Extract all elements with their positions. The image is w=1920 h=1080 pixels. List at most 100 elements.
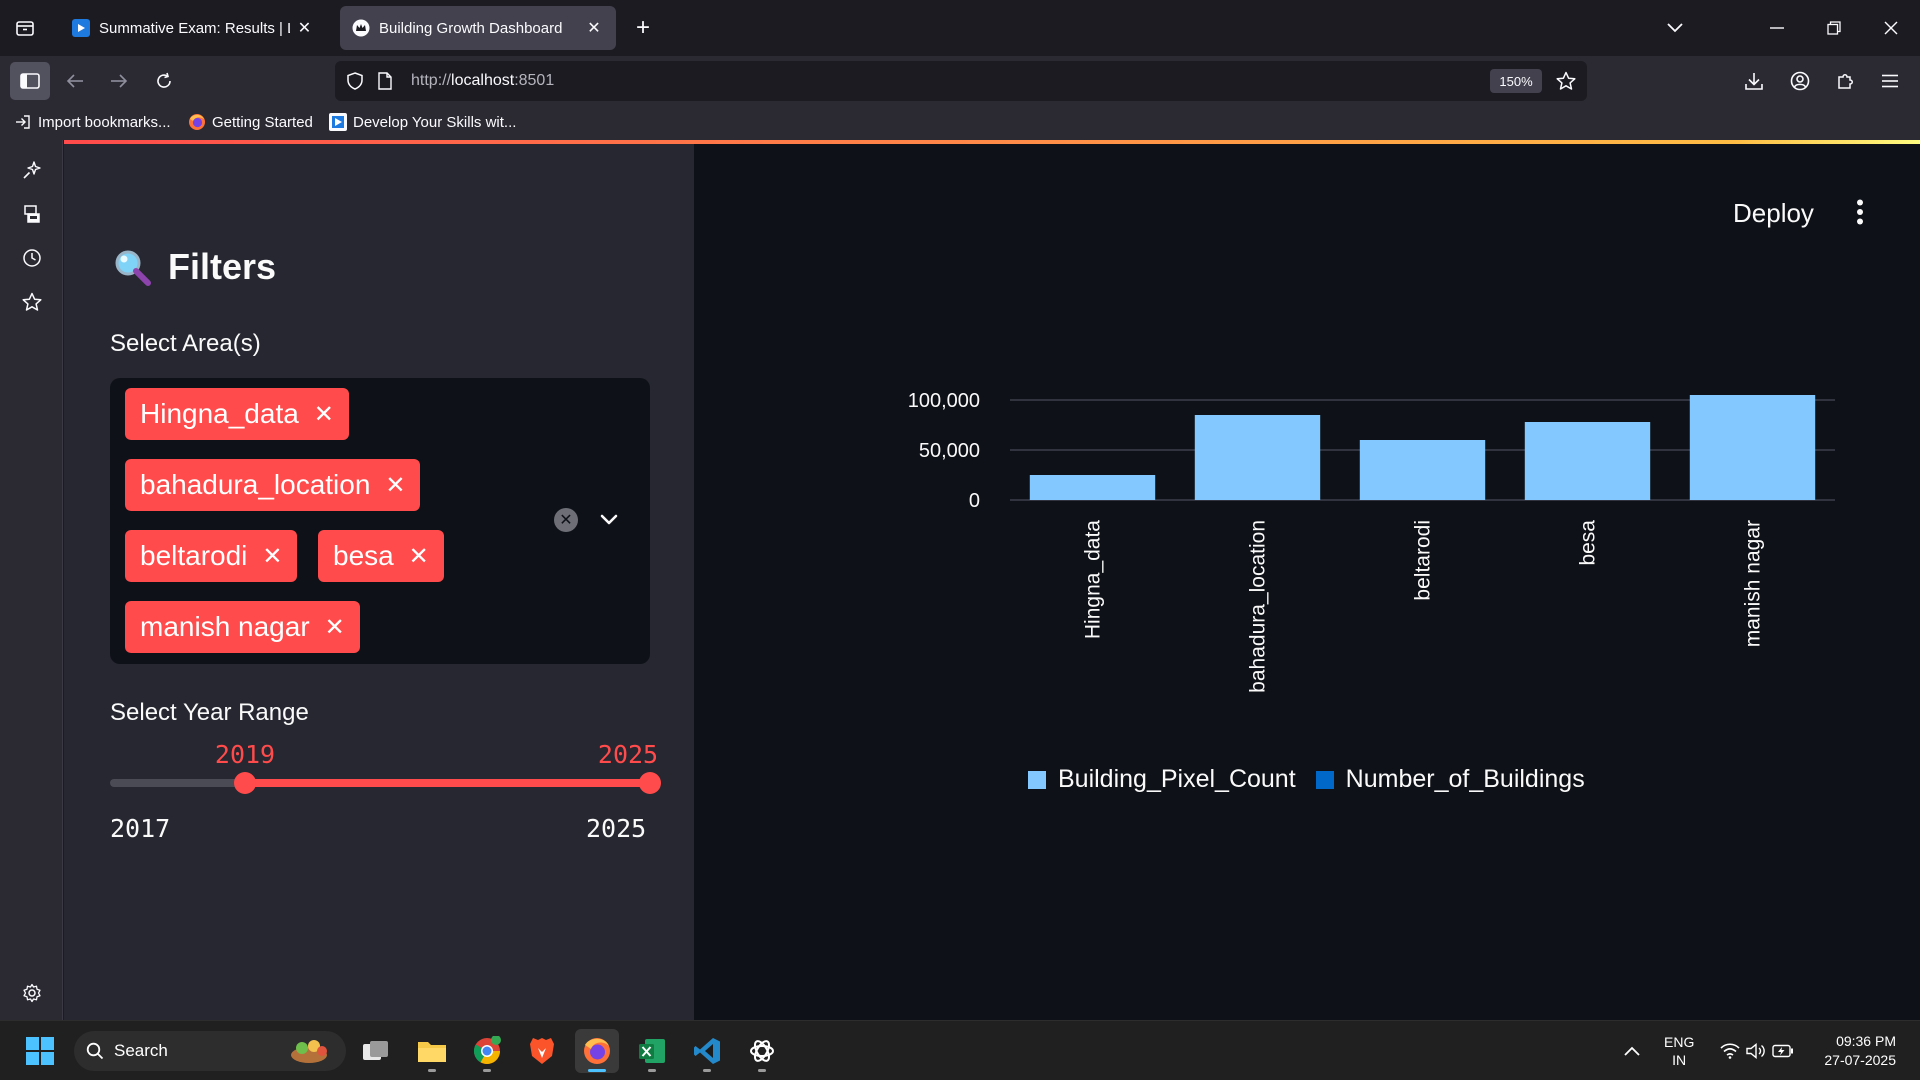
search-highlight-doodle-icon bbox=[282, 1037, 336, 1070]
forward-arrow-icon[interactable] bbox=[107, 69, 131, 93]
page-info-icon[interactable] bbox=[375, 71, 395, 91]
excel-icon[interactable] bbox=[630, 1029, 674, 1073]
windows-start-icon[interactable] bbox=[18, 1029, 62, 1073]
clear-all-icon[interactable]: ✕ bbox=[554, 508, 578, 532]
x-tick-label: manish nagar bbox=[1742, 520, 1765, 647]
streamlit-app: Filters Select Area(s) Hingna_data ✕ baha… bbox=[64, 140, 1920, 1020]
url-text[interactable]: http://localhost:8501 bbox=[411, 72, 554, 90]
bar-beltarodi[interactable] bbox=[1359, 440, 1486, 500]
account-icon[interactable] bbox=[1788, 69, 1812, 93]
address-bar[interactable]: http://localhost:8501 150% bbox=[335, 61, 1587, 101]
tracking-protection-shield-icon[interactable] bbox=[345, 71, 365, 91]
close-tab-icon[interactable]: ✕ bbox=[296, 18, 313, 38]
sidebar-toggle-icon[interactable] bbox=[10, 62, 50, 100]
streamlit-crown-favicon-icon bbox=[352, 19, 370, 37]
window-minimize-icon[interactable] bbox=[1765, 16, 1789, 40]
bookmark-develop-skills[interactable]: Develop Your Skills wit... bbox=[329, 113, 516, 131]
x-tick-label: besa bbox=[1577, 520, 1600, 566]
close-tab-icon[interactable]: ✕ bbox=[584, 18, 604, 38]
remove-chip-icon[interactable]: ✕ bbox=[408, 542, 430, 571]
slider-high-value: 2025 bbox=[597, 740, 659, 769]
chrome-icon[interactable] bbox=[465, 1029, 509, 1073]
browser-navigation-bar: http://localhost:8501 150% bbox=[0, 56, 1920, 106]
taskbar-search-box[interactable]: Search bbox=[74, 1031, 346, 1071]
area-chip[interactable]: Hingna_data ✕ bbox=[125, 388, 349, 440]
ai-sparkle-icon[interactable] bbox=[20, 158, 44, 182]
area-chip[interactable]: besa ✕ bbox=[318, 530, 444, 582]
remove-chip-icon[interactable]: ✕ bbox=[261, 542, 283, 571]
back-arrow-icon[interactable] bbox=[63, 69, 87, 93]
remove-chip-icon[interactable]: ✕ bbox=[384, 471, 406, 500]
legend-item-number-of-buildings[interactable]: Number_of_Buildings bbox=[1315, 765, 1585, 794]
zoom-level-badge[interactable]: 150% bbox=[1490, 69, 1542, 93]
legend-label: Number_of_Buildings bbox=[1345, 765, 1585, 793]
running-indicator bbox=[648, 1069, 656, 1072]
bar-besa[interactable] bbox=[1524, 422, 1651, 500]
running-indicator bbox=[428, 1069, 436, 1072]
area-chip[interactable]: beltarodi ✕ bbox=[125, 530, 298, 582]
downloads-icon[interactable] bbox=[1742, 69, 1766, 93]
chip-label: manish nagar bbox=[140, 611, 310, 642]
slider-thumb-high[interactable] bbox=[639, 772, 661, 794]
bar-bahadura-location[interactable] bbox=[1194, 415, 1321, 500]
remove-chip-icon[interactable]: ✕ bbox=[313, 400, 335, 429]
taskbar-clock[interactable]: 09:36 PM 27-07-2025 bbox=[1810, 1032, 1896, 1070]
video-site-favicon-icon bbox=[329, 113, 347, 131]
sidebar-settings-gear-icon[interactable] bbox=[20, 981, 44, 1005]
synced-tabs-icon[interactable] bbox=[20, 202, 44, 226]
brave-icon[interactable] bbox=[520, 1029, 564, 1073]
extensions-puzzle-icon[interactable] bbox=[1834, 69, 1858, 93]
url-port: :8501 bbox=[514, 72, 555, 89]
filters-heading: Filters bbox=[112, 246, 276, 288]
magnifying-glass-icon bbox=[112, 247, 152, 287]
running-indicator bbox=[483, 1069, 491, 1072]
video-site-favicon-icon bbox=[72, 19, 90, 37]
area-multiselect[interactable]: Hingna_data ✕ bahadura_location ✕ beltarod… bbox=[110, 378, 650, 664]
bar-hingna-data[interactable] bbox=[1029, 475, 1156, 500]
vscode-icon[interactable] bbox=[685, 1029, 729, 1073]
tab-summative-exam[interactable]: Summative Exam: Results | Linke ✕ bbox=[60, 6, 325, 50]
history-clock-icon[interactable] bbox=[20, 246, 44, 270]
firefox-taskbar-icon[interactable] bbox=[575, 1029, 619, 1073]
area-select-label: Select Area(s) bbox=[110, 330, 261, 357]
tab-overview-icon[interactable] bbox=[13, 16, 37, 40]
chart-legend: Building_Pixel_Count Number_of_Buildings bbox=[1028, 765, 1605, 794]
tab-building-growth-dashboard[interactable]: Building Growth Dashboard ✕ bbox=[340, 6, 616, 50]
running-indicator bbox=[703, 1069, 711, 1072]
chevron-down-icon[interactable] bbox=[597, 508, 621, 532]
new-tab-plus-icon[interactable]: + bbox=[631, 14, 655, 41]
reload-icon[interactable] bbox=[152, 69, 176, 93]
area-chip[interactable]: bahadura_location ✕ bbox=[125, 459, 421, 511]
x-tick-label: bahadura_location bbox=[1247, 520, 1270, 693]
chatgpt-icon[interactable] bbox=[740, 1029, 784, 1073]
window-restore-icon[interactable] bbox=[1822, 16, 1846, 40]
deploy-button[interactable]: Deploy bbox=[1721, 194, 1826, 233]
area-chip[interactable]: manish nagar ✕ bbox=[125, 601, 360, 653]
browser-sidebar-strip bbox=[0, 140, 63, 1020]
browser-tab-bar: Summative Exam: Results | Linke ✕ Buildi… bbox=[0, 0, 1920, 56]
legend-item-pixel-count[interactable]: Building_Pixel_Count bbox=[1028, 765, 1296, 794]
slider-thumb-low[interactable] bbox=[234, 772, 256, 794]
task-view-icon[interactable] bbox=[354, 1029, 398, 1073]
year-range-slider[interactable] bbox=[110, 772, 661, 794]
show-hidden-icons-chevron-icon[interactable] bbox=[1610, 1029, 1654, 1073]
main-menu-kebab-icon[interactable] bbox=[1845, 194, 1875, 230]
bookmark-import[interactable]: Import bookmarks... bbox=[14, 113, 171, 131]
hamburger-menu-icon[interactable] bbox=[1878, 69, 1902, 93]
bar-manish-nagar[interactable] bbox=[1689, 395, 1816, 500]
file-explorer-icon[interactable] bbox=[410, 1029, 454, 1073]
windows-taskbar: Search ENG IN 09:36 PM 27-07-2025 bbox=[0, 1020, 1920, 1080]
remove-chip-icon[interactable]: ✕ bbox=[324, 613, 346, 642]
bookmarks-toolbar: Import bookmarks... Getting Started Deve… bbox=[0, 106, 1920, 140]
bookmark-getting-started[interactable]: Getting Started bbox=[188, 113, 313, 131]
list-all-tabs-chevron-icon[interactable] bbox=[1663, 16, 1687, 40]
bookmark-star-icon[interactable] bbox=[1555, 70, 1577, 92]
bookmarks-star-icon[interactable] bbox=[20, 290, 44, 314]
window-close-icon[interactable] bbox=[1879, 16, 1903, 40]
system-tray-status[interactable] bbox=[1712, 1029, 1802, 1073]
app-sidebar: Filters Select Area(s) Hingna_data ✕ baha… bbox=[64, 144, 694, 1020]
input-language-indicator[interactable]: ENG IN bbox=[1664, 1033, 1694, 1069]
language-code: ENG bbox=[1664, 1034, 1695, 1050]
chip-label: Hingna_data bbox=[140, 398, 299, 429]
slider-max-label: 2025 bbox=[586, 814, 647, 843]
